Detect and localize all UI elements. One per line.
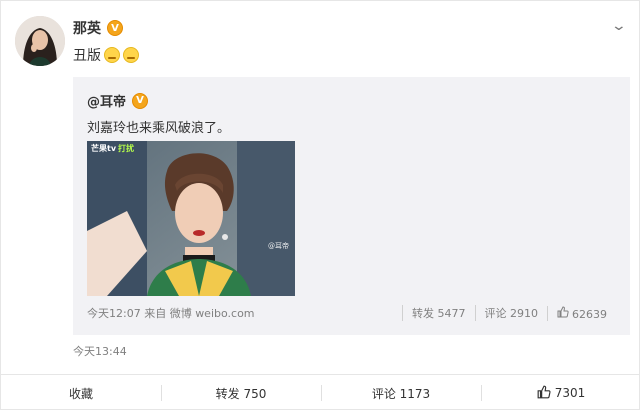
chevron-down-icon[interactable]: ⌄: [611, 18, 627, 34]
original-post-footer: 今天12:07 来自 微博 weibo.com 转发 5477 评论 2910 …: [87, 305, 616, 321]
original-post-time-source[interactable]: 今天12:07 来自 微博 weibo.com: [87, 305, 402, 321]
original-author-row: @耳帝 V: [87, 91, 149, 110]
favorite-button[interactable]: 收藏: [1, 375, 161, 410]
smirk-emoji-icon: [104, 47, 120, 63]
thumbs-up-icon: [537, 385, 551, 402]
verified-badge-icon: V: [132, 92, 149, 109]
smirk-emoji-icon: [123, 47, 139, 63]
author-row: 那英 V: [73, 18, 123, 38]
photo-image: [87, 141, 295, 296]
author-avatar[interactable]: [15, 16, 65, 66]
original-like[interactable]: 62639: [547, 305, 616, 321]
original-repost-count[interactable]: 转发 5477: [402, 305, 475, 321]
original-like-count: 62639: [572, 307, 607, 321]
weibo-post-card: 那英 V ⌄ 丑版 @耳帝 V 刘嘉玲也来乘风破浪了。 芒果tv 打扰 @耳帝 …: [0, 0, 640, 410]
verified-badge-icon: V: [107, 20, 123, 36]
favorite-label: 收藏: [68, 386, 93, 401]
video-logo: 芒果tv 打扰: [91, 144, 135, 153]
avatar-image: [15, 16, 65, 66]
original-author-name[interactable]: @耳帝: [87, 91, 126, 110]
author-name[interactable]: 那英: [73, 18, 101, 38]
post-text: 丑版: [73, 48, 101, 64]
repost-button[interactable]: 转发 750: [161, 375, 321, 410]
photo-watermark: @耳帝: [268, 242, 289, 250]
original-comment-count[interactable]: 评论 2910: [474, 305, 548, 321]
reposted-weibo[interactable]: @耳帝 V 刘嘉玲也来乘风破浪了。 芒果tv 打扰 @耳帝 今天12:07 来自…: [73, 77, 630, 335]
action-bar: 收藏 转发 750 评论 1173 7301: [1, 374, 640, 410]
post-photo[interactable]: 芒果tv 打扰 @耳帝: [87, 141, 295, 296]
like-button[interactable]: 7301: [481, 375, 640, 410]
post-content: 丑版: [73, 45, 139, 65]
like-count: 7301: [554, 386, 586, 400]
post-timestamp[interactable]: 今天13:44: [73, 343, 127, 359]
comment-label: 评论 1173: [371, 386, 431, 401]
comment-button[interactable]: 评论 1173: [321, 375, 481, 410]
repost-label: 转发 750: [215, 386, 267, 401]
original-post-text: 刘嘉玲也来乘风破浪了。: [87, 121, 231, 136]
thumbs-up-icon: [557, 305, 569, 321]
